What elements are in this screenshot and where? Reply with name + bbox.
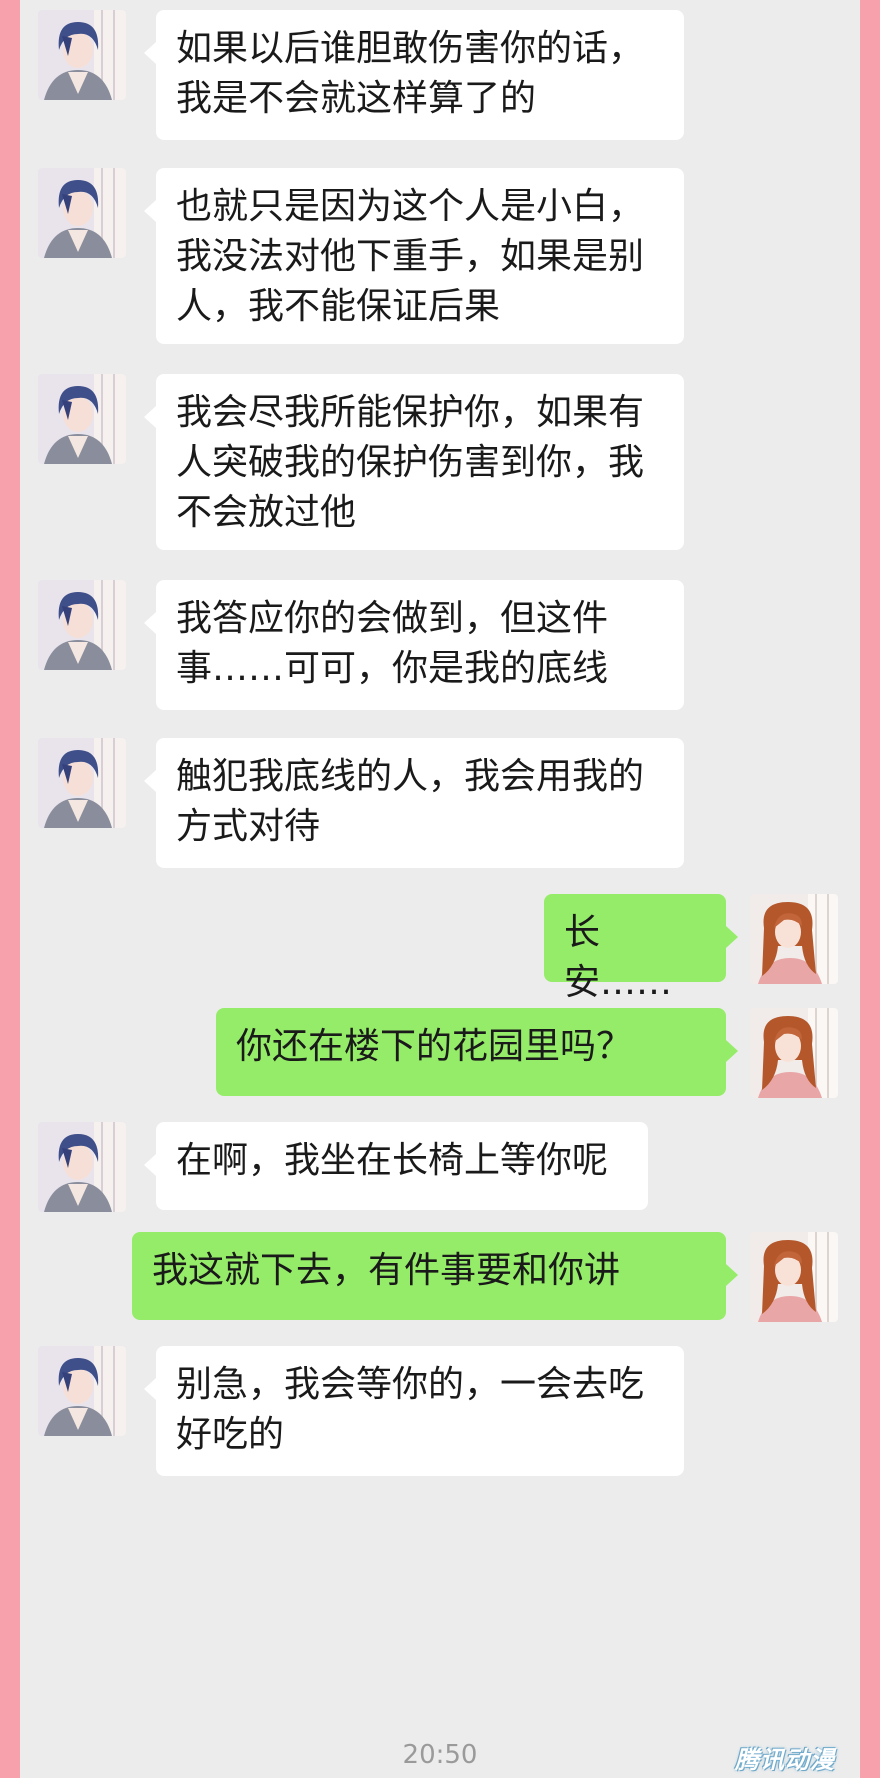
female-avatar[interactable] [750,1232,838,1322]
male-avatar[interactable] [38,10,126,100]
message-bubble[interactable]: 如果以后谁胆敢伤害你的话， 我是不会就这样算了的 [144,10,684,140]
message-bubble[interactable]: 在啊，我坐在长椅上等你呢 [144,1122,648,1210]
female-avatar[interactable] [750,1008,838,1098]
watermark-logo: 腾讯动漫 [735,1745,835,1774]
male-avatar[interactable] [38,168,126,258]
message-bubble[interactable]: 我答应你的会做到，但这件 事……可可，你是我的底线 [144,580,684,710]
message-bubble[interactable]: 我会尽我所能保护你，如果有 人突破我的保护伤害到你，我 不会放过他 [144,374,684,550]
message-bubble[interactable]: 你还在楼下的花园里吗？ [216,1008,738,1096]
male-avatar[interactable] [38,1346,126,1436]
female-avatar[interactable] [750,894,838,984]
message-bubble[interactable]: 我这就下去，有件事要和你讲 [132,1232,738,1320]
message-bubble[interactable]: 触犯我底线的人，我会用我的 方式对待 [144,738,684,868]
male-avatar[interactable] [38,374,126,464]
message-bubble[interactable]: 别急，我会等你的，一会去吃 好吃的 [144,1346,684,1476]
male-avatar[interactable] [38,738,126,828]
male-avatar[interactable] [38,580,126,670]
chat-screen[interactable]: 如果以后谁胆敢伤害你的话， 我是不会就这样算了的 也就只是因为这个人是小白， 我… [20,0,860,1778]
message-bubble[interactable]: 长安…… [544,894,738,1003]
message-bubble[interactable]: 也就只是因为这个人是小白， 我没法对他下重手，如果是别 人，我不能保证后果 [144,168,684,344]
male-avatar[interactable] [38,1122,126,1212]
